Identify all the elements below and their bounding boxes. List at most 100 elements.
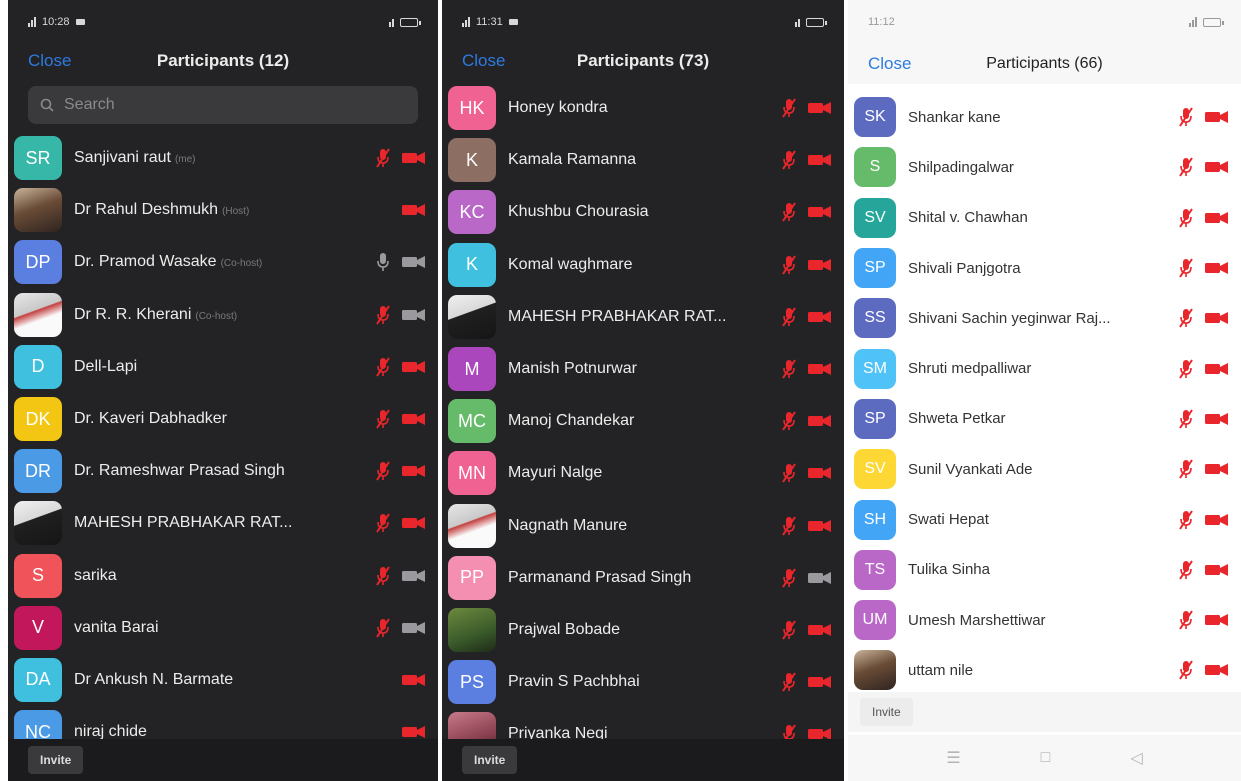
close-button[interactable]: Close bbox=[462, 51, 505, 71]
avatar: SS bbox=[854, 298, 896, 339]
video-off-icon bbox=[1205, 613, 1229, 627]
participant-row[interactable]: SS Shivani Sachin yeginwar Raj... bbox=[848, 293, 1241, 343]
mic-muted-icon bbox=[1179, 157, 1193, 177]
participant-row[interactable]: DA Dr Ankush N. Barmate bbox=[8, 654, 438, 706]
mic-muted-icon bbox=[376, 305, 390, 325]
panel-title: Participants (73) bbox=[576, 51, 710, 70]
mic-muted-icon bbox=[376, 148, 390, 168]
mic-muted-icon bbox=[1179, 610, 1193, 630]
panel-title: Participants (12) bbox=[156, 51, 290, 70]
avatar: SP bbox=[854, 398, 896, 439]
avatar bbox=[448, 294, 496, 339]
participant-row[interactable]: SR Sanjivani raut (me) bbox=[8, 132, 438, 184]
invite-button[interactable]: Invite bbox=[462, 746, 518, 774]
participant-status-icons bbox=[376, 618, 432, 638]
participant-row[interactable]: MAHESH PRABHAKAR RAT... bbox=[442, 291, 844, 343]
participant-row[interactable]: TS Tulika Sinha bbox=[848, 545, 1241, 595]
participant-row[interactable]: SM Shruti medpalliwar bbox=[848, 343, 1241, 393]
participant-row[interactable]: PS Pravin S Pachbhai bbox=[442, 656, 844, 708]
participant-row[interactable]: SV Shital v. Chawhan bbox=[848, 193, 1241, 243]
video-off-icon bbox=[808, 466, 832, 480]
participant-name-cell: Swati Hepat bbox=[908, 511, 1179, 528]
participant-row[interactable]: M Manish Potnurwar bbox=[442, 343, 844, 395]
participant-name: Dr. Pramod Wasake bbox=[74, 253, 217, 271]
participant-name-cell: Manoj Chandekar bbox=[508, 412, 782, 430]
participant-row[interactable]: MAHESH PRABHAKAR RAT... bbox=[8, 497, 438, 549]
participant-row[interactable]: SK Shankar kane bbox=[848, 92, 1241, 142]
participant-name-cell: Shweta Petkar bbox=[908, 410, 1179, 427]
participant-row[interactable]: HK Honey kondra bbox=[442, 82, 844, 134]
avatar: DP bbox=[14, 240, 62, 285]
participant-row[interactable]: PP Parmanand Prasad Singh bbox=[442, 552, 844, 604]
mic-muted-icon bbox=[1179, 409, 1193, 429]
avatar: K bbox=[448, 138, 496, 183]
participant-row[interactable]: Dr Rahul Deshmukh (Host) bbox=[8, 184, 438, 236]
menu-icon[interactable]: ☰ bbox=[946, 748, 960, 768]
participant-status-icons bbox=[1179, 509, 1235, 530]
close-button[interactable]: Close bbox=[868, 54, 911, 74]
avatar: V bbox=[14, 605, 62, 650]
participant-row[interactable]: KC Khushbu Chourasia bbox=[442, 186, 844, 238]
back-icon[interactable]: ◁ bbox=[1130, 748, 1142, 768]
invite-button[interactable]: Invite bbox=[860, 698, 913, 726]
participant-status-icons bbox=[1179, 409, 1235, 429]
video-icon bbox=[402, 621, 426, 635]
participant-status-icons bbox=[782, 202, 838, 223]
participant-row[interactable]: K Kamala Ramanna bbox=[442, 134, 844, 186]
participant-row[interactable]: Vvanita Barai bbox=[8, 602, 438, 654]
participant-row[interactable]: DK Dr. Kaveri Dabhadker bbox=[8, 393, 438, 445]
video-off-icon bbox=[1205, 211, 1229, 225]
participant-row[interactable]: K Komal waghmare bbox=[442, 239, 844, 291]
participant-name-cell: Shital v. Chawhan bbox=[908, 209, 1179, 226]
participant-row[interactable]: DR Dr. Rameshwar Prasad Singh bbox=[8, 445, 438, 497]
participant-row[interactable]: Ssarika bbox=[8, 550, 438, 602]
mic-muted-icon bbox=[376, 409, 390, 429]
close-button[interactable]: Close bbox=[28, 51, 71, 71]
participant-row[interactable]: MC Manoj Chandekar bbox=[442, 395, 844, 447]
participant-row[interactable]: SP Shivali Panjgotra bbox=[848, 243, 1241, 293]
participant-row[interactable]: Dr R. R. Kherani (Co-host) bbox=[8, 289, 438, 341]
participant-status-icons bbox=[782, 255, 838, 275]
video-off-icon bbox=[402, 673, 426, 687]
mic-muted-icon bbox=[782, 620, 796, 640]
avatar: D bbox=[14, 344, 62, 389]
participant-status-icons bbox=[782, 98, 838, 118]
status-time: 11:12 bbox=[868, 16, 895, 28]
participant-row[interactable]: SV Sunil Vyankati Ade bbox=[848, 444, 1241, 494]
participant-name: Swati Hepat bbox=[908, 511, 989, 529]
video-off-icon bbox=[808, 258, 832, 272]
participant-status-icons bbox=[782, 359, 838, 379]
participant-row[interactable]: S Shilpadingalwar bbox=[848, 142, 1241, 192]
mic-muted-icon bbox=[782, 202, 796, 223]
participant-status-icons bbox=[782, 150, 838, 170]
participant-status-icons bbox=[376, 513, 432, 533]
participant-name-cell: Kamala Ramanna bbox=[508, 151, 782, 169]
participant-row[interactable]: SH Swati Hepat bbox=[848, 494, 1241, 544]
avatar: DK bbox=[14, 397, 62, 442]
search-input[interactable]: Search bbox=[28, 86, 418, 124]
participant-status-icons bbox=[376, 461, 432, 481]
search-placeholder: Search bbox=[64, 96, 115, 113]
home-icon[interactable]: □ bbox=[1041, 749, 1051, 767]
participant-row[interactable]: DP Dr. Pramod Wasake (Co-host) bbox=[8, 236, 438, 288]
participant-row[interactable]: D Dell-Lapi bbox=[8, 341, 438, 393]
participant-status-icons bbox=[1179, 107, 1235, 127]
panel-title: Participants (66) bbox=[986, 55, 1103, 72]
invite-bar: Invite bbox=[442, 739, 844, 781]
participant-name-cell: Shankar kane bbox=[908, 109, 1179, 126]
participant-status-icons bbox=[782, 568, 838, 588]
avatar: S bbox=[14, 553, 62, 598]
participant-row[interactable]: uttam nile bbox=[848, 645, 1241, 695]
video-off-icon bbox=[808, 153, 832, 167]
participant-row[interactable]: UM Umesh Marshettiwar bbox=[848, 595, 1241, 645]
participant-name-cell: uttam nile bbox=[908, 662, 1179, 679]
participant-row[interactable]: MN Mayuri Nalge bbox=[442, 447, 844, 499]
participant-row[interactable]: Prajwal Bobade bbox=[442, 604, 844, 656]
invite-button[interactable]: Invite bbox=[28, 746, 84, 774]
participant-role: (Co-host) bbox=[220, 258, 263, 270]
mic-muted-icon bbox=[376, 566, 390, 586]
participant-row[interactable]: SP Shweta Petkar bbox=[848, 394, 1241, 444]
participant-row[interactable]: Nagnath Manure bbox=[442, 500, 844, 552]
participant-status-icons bbox=[782, 620, 838, 640]
avatar: SP bbox=[854, 248, 896, 289]
